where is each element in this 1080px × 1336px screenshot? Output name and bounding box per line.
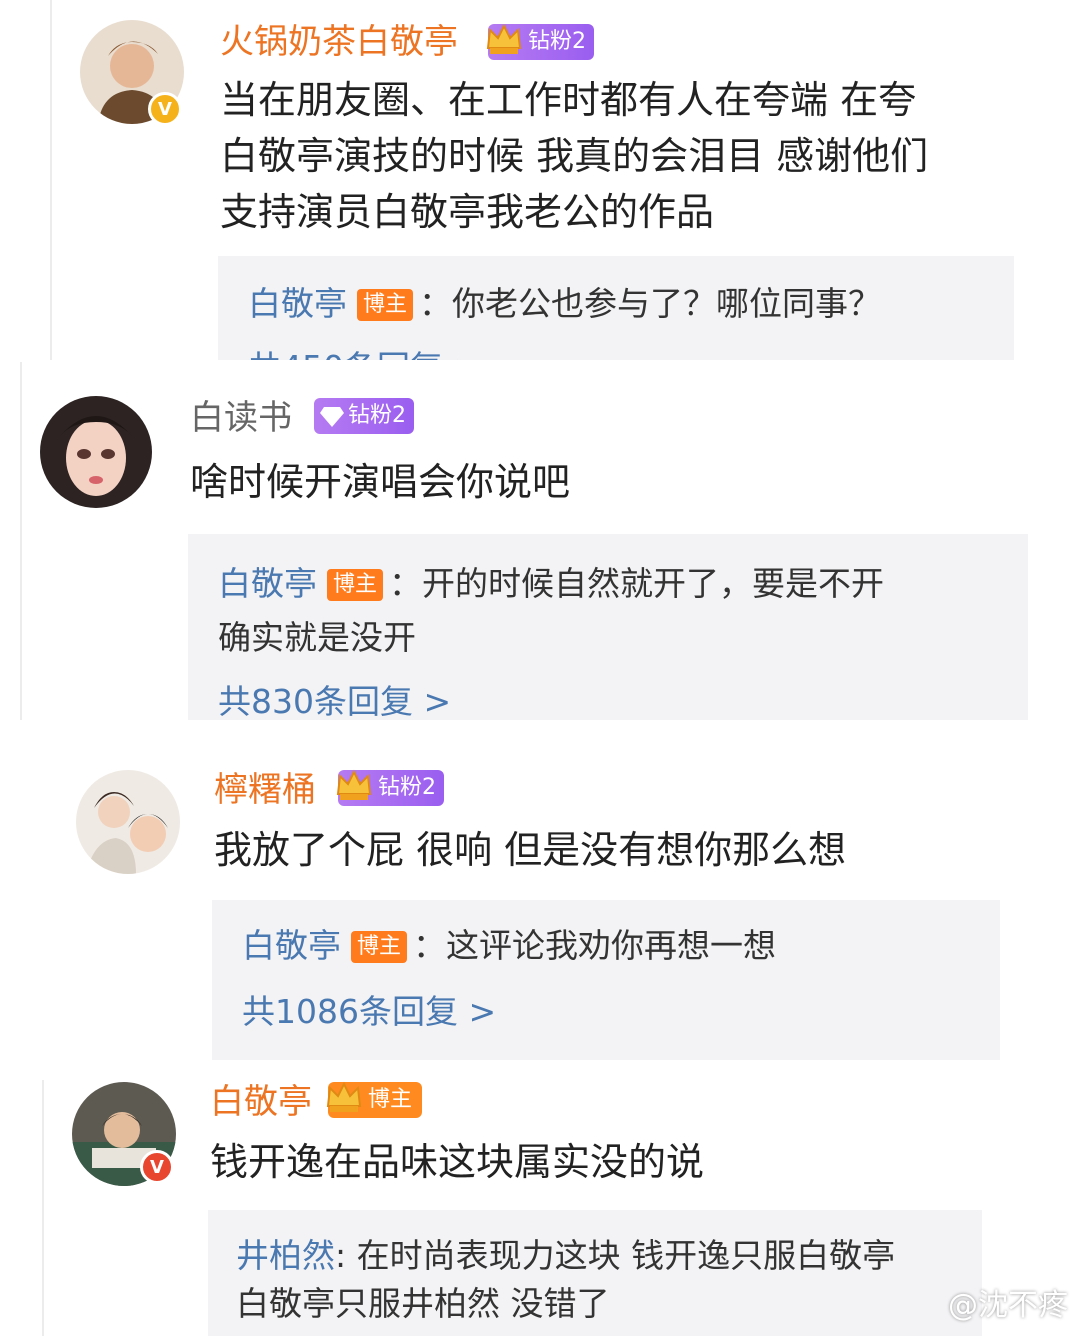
- comment-card-2: 白读书 钻粉2 啥时候开演唱会你说吧 白敬亭 博主 ：开的时候自然就开了，要是不开 …: [0, 362, 1080, 720]
- reply-line: 井柏然: 在时尚表现力这块 钱开逸只服白敬亭: [236, 1234, 895, 1278]
- comment-text-line: 我放了个屁 很响 但是没有想你那么想: [214, 828, 847, 872]
- comment-card-3: 檸糬桶 钻粉2 我放了个屁 很响 但是没有想你那么想 白敬亭 博主 ：这评论我劝你再…: [0, 740, 1080, 1060]
- thread-line: [20, 362, 22, 720]
- diamond-icon: [320, 407, 344, 427]
- comment-text-line: 支持演员白敬亭我老公的作品: [220, 190, 715, 234]
- crown-icon: [486, 23, 522, 54]
- reply-box[interactable]: 井柏然: 在时尚表现力这块 钱开逸只服白敬亭 白敬亭只服井柏然 没错了: [208, 1210, 982, 1336]
- host-badge: 博主: [326, 1081, 423, 1118]
- comment-text-line: 啥时候开演唱会你说吧: [190, 460, 571, 504]
- host-tag: 博主: [357, 289, 414, 321]
- thread-line: [50, 0, 52, 360]
- fan-badge: 钻粉2: [314, 398, 414, 434]
- comment-card-1: V 火锅奶茶白敬亭 钻粉2 当在朋友圈、在工作时都有人在夸端 在夸 白敬亭演技的…: [0, 0, 1080, 360]
- reply-line: 白敬亭 博主 ：开的时候自然就开了，要是不开: [218, 562, 884, 606]
- comment-text-line: 钱开逸在品味这块属实没的说: [210, 1140, 705, 1184]
- thread-line: [42, 1080, 44, 1336]
- verified-icon: V: [148, 92, 182, 126]
- username[interactable]: 檸糬桶: [214, 770, 316, 810]
- host-tag: 博主: [327, 569, 384, 601]
- avatar[interactable]: [76, 770, 180, 874]
- reply-text: ：开的时候自然就开了，要是不开: [389, 564, 885, 603]
- reply-box[interactable]: 白敬亭博主：你老公也参与了？哪位同事？ 共450条回复 >: [218, 256, 1014, 360]
- reply-author[interactable]: 白敬亭: [248, 284, 347, 323]
- reply-box[interactable]: 白敬亭 博主 ：开的时候自然就开了，要是不开 确实就是没开 共830条回复 >: [188, 534, 1028, 720]
- verified-icon: V: [140, 1150, 174, 1184]
- reply-author[interactable]: 白敬亭: [242, 926, 341, 965]
- avatar[interactable]: [40, 396, 152, 508]
- reply-line: 白敬亭 博主 ：这评论我劝你再想一想: [242, 924, 776, 968]
- reply-text: : 在时尚表现力这块 钱开逸只服白敬亭: [335, 1236, 896, 1275]
- fan-badge: 钻粉2: [486, 23, 594, 60]
- reply-box[interactable]: 白敬亭 博主 ：这评论我劝你再想一想 共1086条回复 >: [212, 900, 1000, 1060]
- crown-icon: [336, 769, 372, 800]
- crown-icon: [326, 1081, 362, 1112]
- more-replies-link[interactable]: 共1086条回复 >: [242, 990, 496, 1034]
- fan-badge: 钻粉2: [336, 769, 444, 806]
- reply-author[interactable]: 井柏然: [236, 1236, 335, 1275]
- reply-line: 白敬亭 博主 ：你老公也参与了？哪位同事？: [248, 282, 881, 326]
- reply-line: 白敬亭只服井柏然 没错了: [236, 1284, 610, 1323]
- more-replies-link[interactable]: 共830条回复 >: [218, 680, 451, 720]
- username[interactable]: 火锅奶茶白敬亭: [220, 22, 458, 62]
- host-tag: 博主: [351, 931, 408, 963]
- reply-author[interactable]: 白敬亭: [218, 564, 317, 603]
- watermark: @沈不疼: [948, 1288, 1068, 1323]
- reply-line: 确实就是没开: [218, 618, 416, 657]
- reply-text: ：你老公也参与了？哪位同事？: [419, 284, 882, 323]
- username[interactable]: 白敬亭: [210, 1082, 312, 1122]
- comment-text-line: 白敬亭演技的时候 我真的会泪目 感谢他们: [220, 134, 929, 178]
- username[interactable]: 白读书: [190, 398, 292, 438]
- comment-text-line: 当在朋友圈、在工作时都有人在夸端 在夸: [220, 78, 917, 122]
- more-replies-link[interactable]: 共450条回复 >: [248, 346, 481, 360]
- reply-text: ：这评论我劝你再想一想: [413, 926, 777, 965]
- comment-card-4: V 白敬亭 博主 钱开逸在品味这块属实没的说 井柏然: 在时尚表现力这块 钱开逸…: [0, 1080, 1080, 1336]
